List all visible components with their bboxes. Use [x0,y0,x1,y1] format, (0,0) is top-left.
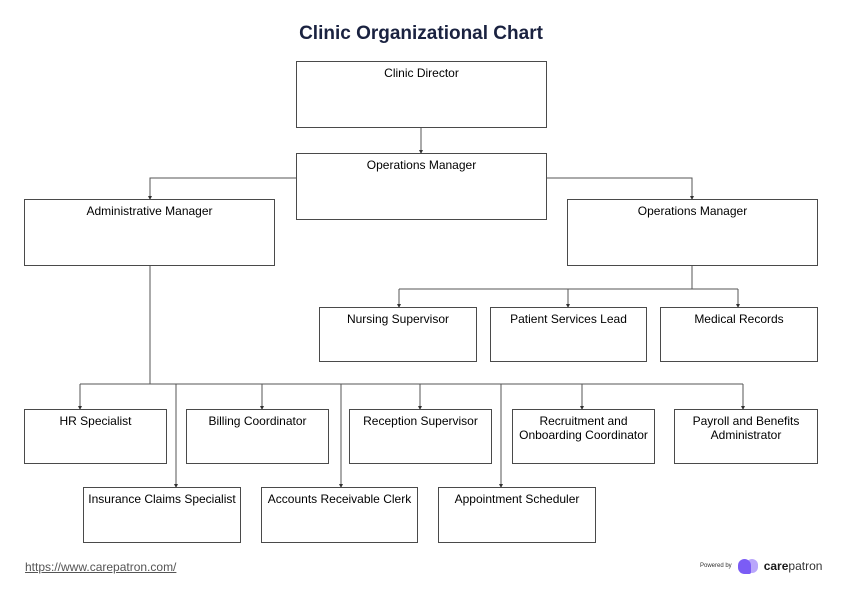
node-nursing-supervisor: Nursing Supervisor [319,307,477,362]
node-patient-services-lead: Patient Services Lead [490,307,647,362]
node-appointment-scheduler: Appointment Scheduler [438,487,596,543]
node-insurance-claims-specialist: Insurance Claims Specialist [83,487,241,543]
link-opsright-bus [399,266,738,290]
node-hr-specialist: HR Specialist [24,409,167,464]
node-payroll-administrator: Payroll and Benefits Administrator [674,409,818,464]
node-accounts-receivable-clerk: Accounts Receivable Clerk [261,487,418,543]
node-recruitment-coordinator: Recruitment and Onboarding Coordinator [512,409,655,464]
carepatron-url-link[interactable]: https://www.carepatron.com/ [25,560,176,574]
node-medical-records: Medical Records [660,307,818,362]
link-ops-admin [148,177,296,200]
node-clinic-director: Clinic Director [296,61,547,128]
powered-by-carepatron: Powered by carepatron [700,558,822,574]
link-ops-opsright [547,177,694,200]
carepatron-logo-icon [737,558,760,574]
node-reception-supervisor: Reception Supervisor [349,409,492,464]
node-administrative-manager: Administrative Manager [24,199,275,266]
node-billing-coordinator: Billing Coordinator [186,409,329,464]
node-operations-manager-right: Operations Manager [567,199,818,266]
node-operations-manager-top: Operations Manager [296,153,547,220]
powered-by-label: Powered by [700,563,732,569]
brand-name: carepatron [763,559,823,573]
